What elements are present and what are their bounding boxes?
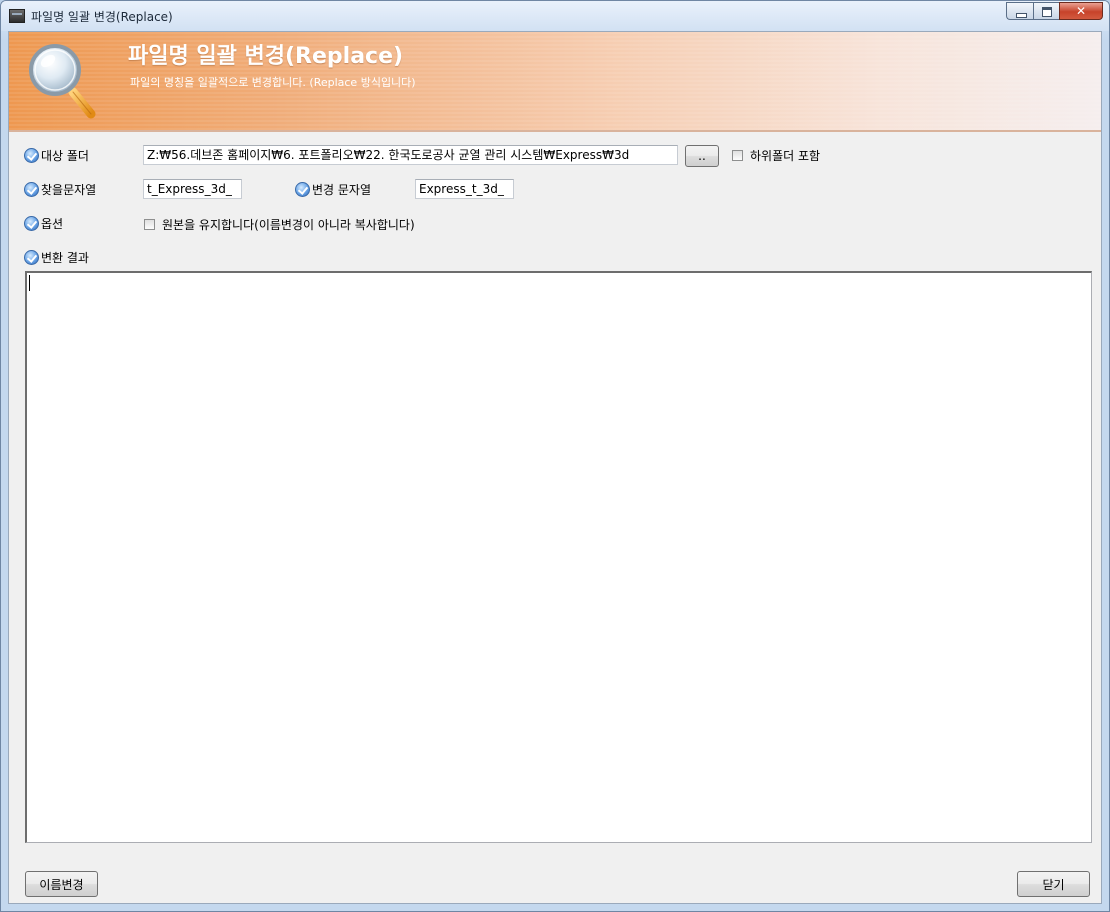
rename-button[interactable]: 이름변경: [25, 871, 98, 897]
result-label-text: 변환 결과: [41, 250, 89, 265]
window-controls: [1006, 2, 1103, 21]
check-bullet-icon: [24, 147, 39, 163]
options-label: 옵션: [24, 214, 63, 232]
magnifier-icon: [29, 44, 96, 119]
text-caret: [29, 275, 30, 291]
include-subfolders-checkbox[interactable]: [732, 149, 743, 161]
window-title: 파일명 일괄 변경(Replace): [31, 10, 173, 24]
close-window-button[interactable]: [1059, 2, 1103, 20]
find-string-label-text: 찾을문자열: [41, 182, 97, 197]
check-bullet-icon: [24, 249, 39, 265]
browse-folder-button[interactable]: ..: [685, 145, 719, 167]
minimize-button[interactable]: [1006, 2, 1033, 20]
target-folder-input[interactable]: Z:₩56.데브존 홈페이지₩6. 포트폴리오₩22. 한국도로공사 균열 관리…: [143, 145, 678, 165]
title-bar[interactable]: 파일명 일괄 변경(Replace): [1, 1, 1109, 31]
keep-original-checkbox[interactable]: [144, 218, 155, 230]
client-area: 파일명 일괄 변경(Replace) 파일의 명칭을 일괄적으로 변경합니다. …: [8, 31, 1102, 904]
target-folder-label: 대상 폴더: [24, 146, 89, 164]
maximize-button[interactable]: [1033, 2, 1059, 20]
include-subfolders-row[interactable]: 하위폴더 포함: [732, 147, 820, 163]
banner-divider: [9, 130, 1101, 132]
replace-string-label-text: 변경 문자열: [312, 182, 372, 197]
check-bullet-icon: [295, 181, 310, 197]
app-icon[interactable]: [9, 9, 25, 23]
result-label: 변환 결과: [24, 248, 89, 266]
check-bullet-icon: [24, 181, 39, 197]
include-subfolders-label: 하위폴더 포함: [750, 148, 821, 163]
replace-string-input[interactable]: Express_t_3d_: [415, 179, 514, 199]
header-banner: 파일명 일괄 변경(Replace) 파일의 명칭을 일괄적으로 변경합니다. …: [9, 32, 1101, 130]
find-string-label: 찾을문자열: [24, 180, 96, 198]
app-window: 파일명 일괄 변경(Replace) ✕ 파일명 일괄 변경(Replace) …: [0, 0, 1110, 912]
close-button[interactable]: 닫기: [1017, 871, 1090, 897]
banner-subtitle: 파일의 명칭을 일괄적으로 변경합니다. (Replace 방식입니다): [130, 76, 416, 89]
target-folder-label-text: 대상 폴더: [41, 148, 89, 163]
banner-title: 파일명 일괄 변경(Replace): [128, 44, 404, 69]
keep-original-label: 원본을 유지합니다(이름변경이 아니라 복사합니다): [162, 217, 415, 232]
result-textarea[interactable]: [25, 271, 1092, 843]
keep-original-row[interactable]: 원본을 유지합니다(이름변경이 아니라 복사합니다): [144, 216, 415, 232]
options-label-text: 옵션: [41, 216, 64, 231]
check-bullet-icon: [24, 215, 39, 231]
replace-string-label: 변경 문자열: [295, 180, 371, 198]
find-string-input[interactable]: t_Express_3d_: [143, 179, 242, 199]
